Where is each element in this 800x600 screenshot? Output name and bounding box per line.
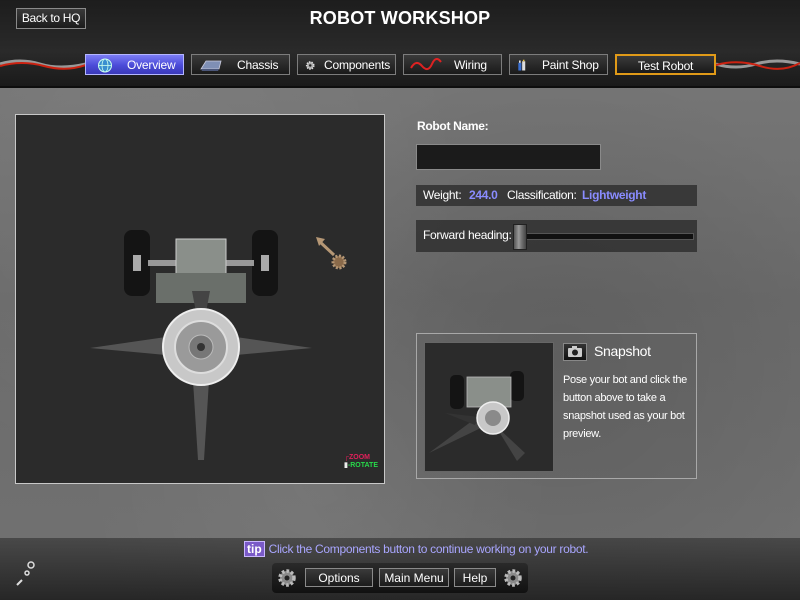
tab-components[interactable]: Components (297, 54, 396, 75)
forward-heading-label: Forward heading: (423, 228, 512, 242)
snapshot-panel: Snapshot Pose your bot and click the but… (416, 333, 697, 479)
forward-heading-slider-track[interactable] (519, 233, 694, 240)
robot-model (90, 230, 347, 460)
robot-name-label: Robot Name: (417, 119, 489, 133)
weight-label: Weight: (423, 188, 462, 202)
classification-label: Classification: (507, 188, 577, 202)
tab-overview[interactable]: Overview (85, 54, 184, 75)
cable-left-decoration (0, 59, 86, 70)
snapshot-preview (424, 342, 554, 472)
tab-label: Overview (127, 58, 176, 72)
snapshot-preview-image (429, 371, 525, 461)
globe-icon (98, 58, 112, 73)
tab-label: Test Robot (637, 59, 694, 73)
hint-icon[interactable] (12, 560, 42, 590)
weight-value: 244.0 (469, 188, 498, 202)
snapshot-instructions: Pose your bot and click the button above… (563, 374, 687, 440)
robot-name-input[interactable] (416, 144, 601, 170)
classification-value: Lightweight (582, 188, 647, 202)
mouse-icon: ▮ (344, 462, 348, 469)
help-button[interactable]: Help (454, 568, 496, 587)
rotate-legend: ▮-ROTATE (344, 462, 378, 469)
tab-wiring[interactable]: Wiring (403, 54, 502, 75)
forward-heading-control: Forward heading: (416, 220, 697, 252)
tab-label: Components (324, 58, 391, 72)
forward-heading-slider-thumb[interactable] (513, 224, 527, 250)
tab-test-robot[interactable]: Test Robot (615, 54, 716, 75)
top-bar: Back to HQ ROBOT WORKSHOP Overview Chass… (0, 0, 800, 88)
cable-right-decoration (716, 59, 800, 70)
zoom-legend: ┌ZOOM (344, 454, 371, 461)
wire-icon (410, 58, 442, 70)
options-button[interactable]: Options (305, 568, 373, 587)
tab-chassis[interactable]: Chassis (191, 54, 290, 75)
tip-message: tip Click the Components button to contin… (244, 541, 589, 557)
gear-icon[interactable] (275, 566, 299, 590)
robot-stats-bar: Weight: 244.0 Classification: Lightweigh… (416, 185, 697, 206)
tip-badge: tip (244, 541, 265, 557)
bottom-menu: Options Main Menu Help (272, 563, 528, 593)
tab-label: Wiring (454, 58, 487, 72)
viewport-controls-legend: ┌ZOOM ▮-ROTATE (344, 454, 378, 469)
main-menu-button[interactable]: Main Menu (379, 568, 449, 587)
snapshot-title: Snapshot (594, 343, 651, 359)
tab-label: Chassis (237, 58, 279, 72)
tab-paint-shop[interactable]: Paint Shop (509, 54, 608, 75)
robot-viewport[interactable]: ┌ZOOM ▮-ROTATE (15, 114, 385, 484)
paint-icon (518, 59, 526, 71)
tip-text: Click the Components button to continue … (268, 542, 589, 556)
take-snapshot-button[interactable] (563, 343, 587, 361)
tab-label: Paint Shop (542, 58, 599, 72)
page-title: ROBOT WORKSHOP (309, 8, 491, 28)
camera-icon (568, 346, 582, 357)
gear-icon (305, 61, 315, 70)
gear-icon[interactable] (501, 566, 525, 590)
chassis-icon (200, 60, 222, 71)
